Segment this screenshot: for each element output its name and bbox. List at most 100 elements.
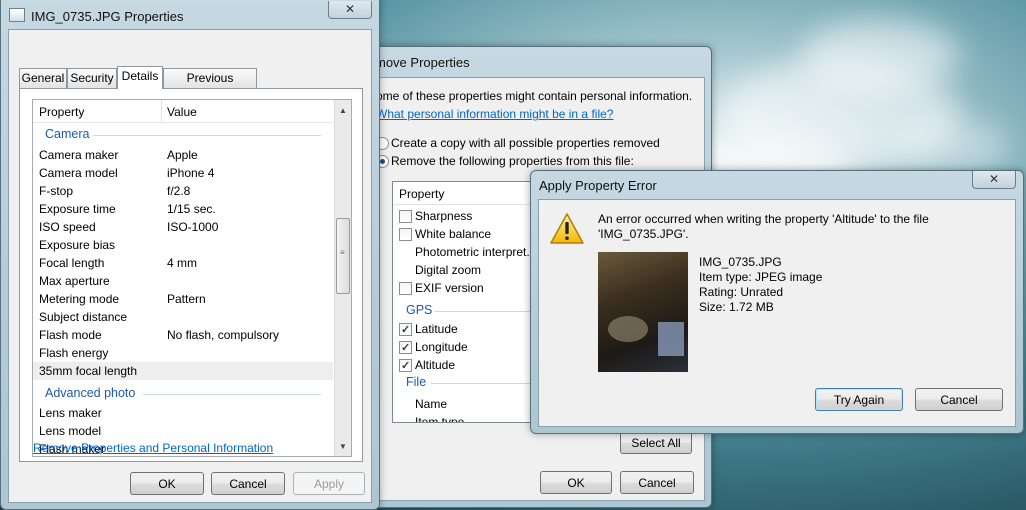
scrollbar-thumb[interactable]: ≡ (336, 218, 350, 294)
tab-details[interactable]: Details (117, 66, 163, 89)
error-dialog-titlebar[interactable]: Apply Property Error ✕ (531, 171, 1023, 199)
close-icon: ✕ (344, 2, 356, 16)
table-row[interactable]: ISO speed ISO-1000 (33, 218, 333, 236)
property-name: Camera model (39, 166, 118, 180)
property-name: Lens model (39, 424, 102, 438)
property-checkbox[interactable] (399, 228, 412, 241)
column-header-property[interactable]: Property (39, 105, 84, 119)
personal-info-link[interactable]: What personal information might be in a … (376, 107, 613, 121)
tab-previous-versions[interactable]: Previous Versions (163, 68, 257, 104)
apply-property-error-dialog: Apply Property Error ✕ An error occurred… (530, 170, 1024, 434)
table-row[interactable]: Subject distance (33, 308, 333, 326)
try-again-button[interactable]: Try Again (815, 388, 903, 411)
property-value[interactable]: 1/15 sec. (167, 200, 216, 218)
scroll-down-arrow-icon[interactable]: ▼ (339, 442, 347, 451)
close-icon: ✕ (988, 172, 1000, 186)
property-value[interactable]: Apple (167, 146, 198, 164)
table-row[interactable]: Exposure bias (33, 236, 333, 254)
property-label: Name (415, 397, 448, 411)
property-label: Photometric interpret... (415, 245, 537, 259)
file-rating: Rating: Unrated (699, 285, 784, 299)
column-header-value[interactable]: Value (167, 105, 197, 119)
property-checkbox[interactable] (399, 357, 412, 375)
property-value[interactable]: No flash, compulsory (167, 326, 279, 344)
remove-cancel-button[interactable]: Cancel (620, 471, 694, 494)
group-separator (93, 135, 321, 136)
property-label: Altitude (415, 358, 456, 372)
property-name: Exposure time (39, 202, 116, 216)
remove-properties-title: move Properties (375, 55, 470, 70)
tab-general[interactable]: General (19, 68, 67, 88)
properties-titlebar[interactable]: IMG_0735.JPG Properties ✕ (1, 0, 379, 24)
table-row[interactable]: Metering mode Pattern (33, 290, 333, 308)
create-copy-label[interactable]: Create a copy with all possible properti… (391, 136, 660, 150)
property-name: Lens maker (39, 406, 102, 420)
table-row[interactable]: Lens maker (33, 404, 333, 422)
properties-ok-button[interactable]: OK (130, 472, 204, 495)
remove-properties-titlebar[interactable]: move Properties (361, 47, 711, 75)
property-label: Latitude (415, 322, 458, 336)
remove-ok-button[interactable]: OK (540, 471, 612, 494)
table-row[interactable]: Focal length 4 mm (33, 254, 333, 272)
properties-close-button[interactable]: ✕ (328, 1, 372, 19)
table-row[interactable]: 35mm focal length (33, 362, 333, 380)
file-name: IMG_0735.JPG (699, 255, 782, 269)
table-row[interactable]: Flash energy (33, 344, 333, 362)
file-size: Size: 1.72 MB (699, 300, 774, 314)
table-row[interactable]: Flash mode No flash, compulsory (33, 326, 333, 344)
properties-apply-button[interactable]: Apply (293, 472, 365, 495)
property-value[interactable]: iPhone 4 (167, 164, 214, 182)
file-thumbnail (598, 252, 688, 372)
error-dialog-title: Apply Property Error (539, 178, 657, 193)
property-value[interactable]: Pattern (167, 290, 206, 308)
property-label: EXIF version (415, 281, 484, 295)
details-property-list[interactable]: Property Value Camera Camera maker Apple C… (32, 99, 352, 457)
property-name: Focal length (39, 256, 105, 270)
property-label: White balance (415, 227, 492, 241)
property-name: Flash energy (39, 346, 109, 360)
property-value[interactable]: f/2.8 (167, 182, 190, 200)
select-all-button[interactable]: Select All (620, 431, 692, 454)
property-checkbox[interactable] (399, 339, 412, 357)
group-header-file: File (406, 375, 427, 389)
error-message-line1: An error occurred when writing the prope… (598, 212, 929, 226)
table-row[interactable]: Max aperture (33, 272, 333, 290)
property-label: Sharpness (415, 209, 473, 223)
properties-window: IMG_0735.JPG Properties ✕ General Securi… (0, 0, 380, 510)
remove-intro-text: ome of these properties might contain pe… (376, 89, 693, 103)
table-row[interactable]: Camera maker Apple (33, 146, 333, 164)
grip-icon: ≡ (340, 248, 345, 257)
scroll-up-arrow-icon[interactable]: ▲ (339, 106, 347, 115)
table-row[interactable]: Exposure time 1/15 sec. (33, 200, 333, 218)
property-name: Subject distance (39, 310, 128, 324)
group-header-gps: GPS (406, 303, 433, 317)
group-header-advanced-photo: Advanced photo (45, 386, 136, 400)
property-value[interactable]: ISO-1000 (167, 218, 218, 236)
error-cancel-button[interactable]: Cancel (915, 388, 1003, 411)
details-scrollbar[interactable]: ▲ ≡ ▼ (334, 100, 351, 456)
properties-client: General Security Details Previous Versio… (8, 29, 372, 503)
remove-following-label[interactable]: Remove the following properties from thi… (391, 154, 634, 168)
properties-cancel-button[interactable]: Cancel (211, 472, 285, 495)
remove-list-column-header[interactable]: Property (399, 187, 444, 201)
property-name: Exposure bias (39, 238, 116, 252)
warning-icon (550, 213, 584, 244)
property-name: 35mm focal length (39, 364, 138, 378)
table-row[interactable]: F-stop f/2.8 (33, 182, 333, 200)
details-column-header: Property Value (33, 100, 333, 123)
remove-properties-link[interactable]: Remove Properties and Personal Informati… (33, 441, 273, 455)
property-checkbox[interactable] (399, 210, 412, 223)
property-value[interactable]: 4 mm (167, 254, 197, 272)
property-checkbox[interactable] (399, 321, 412, 339)
property-label: Longitude (415, 340, 468, 354)
property-checkbox[interactable] (399, 282, 412, 295)
property-label: Digital zoom (415, 263, 482, 277)
table-row[interactable]: Camera model iPhone 4 (33, 164, 333, 182)
error-dialog-client: An error occurred when writing the prope… (538, 199, 1016, 427)
property-name: F-stop (39, 184, 74, 198)
file-icon (9, 8, 25, 22)
tab-security[interactable]: Security (67, 68, 117, 88)
group-header-camera: Camera (45, 127, 90, 141)
error-dialog-close-button[interactable]: ✕ (972, 171, 1016, 189)
table-row[interactable]: Lens model (33, 422, 333, 440)
